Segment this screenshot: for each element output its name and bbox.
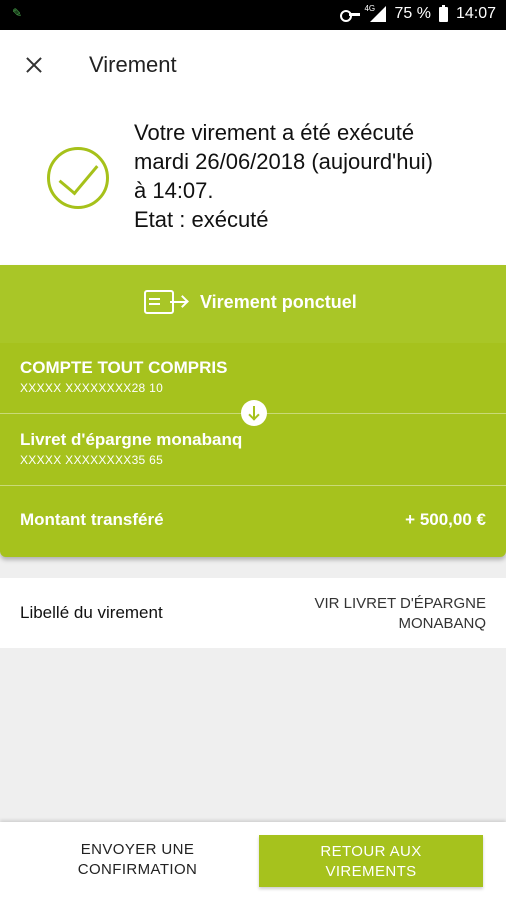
destination-account-number: XXXXX XXXXXXXX35 65 [20,453,164,467]
clock: 14:07 [455,5,496,22]
transfer-label-row: Libellé du virement VIR LIVRET D'ÉPARGNE… [0,578,506,648]
amount-label: Montant transféré [20,510,164,529]
back-to-transfers-button[interactable]: RETOUR AUX VIREMENTS [259,835,483,887]
page-title: Virement [89,52,177,77]
app-bar: Virement [0,30,506,100]
confirmation-card: Votre virement a été exécuté mardi 26/06… [0,100,506,265]
button-label-line: CONFIRMATION [77,861,198,878]
check-circle-icon [47,147,109,209]
transfer-label-value-line: VIR LIVRET D'ÉPARGNE [314,595,486,612]
close-icon[interactable] [20,52,48,80]
status-bar: ✎ 4G 75 % 14:07 [0,0,506,30]
status-line: Etat : exécuté [134,207,269,232]
network-type: 4G [364,4,376,13]
divider [0,485,506,486]
source-account: COMPTE TOUT COMPRIS XXXXX XXXXXXXX28 10 [20,358,227,395]
confirmation-line: Votre virement a été exécuté [134,120,415,145]
button-label-line: RETOUR AUX [320,843,422,860]
transfer-summary-panel: Virement ponctuel COMPTE TOUT COMPRIS XX… [0,265,506,557]
confirmation-line: à 14:07. [134,178,214,203]
transfer-type-row: Virement ponctuel [0,265,506,343]
amount-value: + 500,00 € [405,510,486,529]
button-label-line: VIREMENTS [325,863,417,880]
confirmation-line: mardi 26/06/2018 (aujourd'hui) [134,149,433,174]
footer-actions: ENVOYER UNE CONFIRMATION RETOUR AUX VIRE… [0,822,506,900]
send-confirmation-button[interactable]: ENVOYER UNE CONFIRMATION [40,840,235,880]
transfer-label-value-line: MONABANQ [398,615,486,632]
signal-icon: 4G [364,4,387,22]
notification-icon: ✎ [12,6,23,20]
status-icons: 4G 75 % 14:07 [340,4,496,23]
source-account-name: COMPTE TOUT COMPRIS [20,358,228,377]
arrow-down-icon [241,400,267,426]
vpn-key-icon [340,8,361,22]
card-transfer-icon [144,290,186,318]
transfer-label-title: Libellé du virement [20,603,163,622]
destination-account-name: Livret d'épargne monabanq [20,430,243,449]
battery-percent: 75 % [394,5,431,22]
confirmation-message: Votre virement a été exécuté mardi 26/06… [134,118,499,234]
destination-account: Livret d'épargne monabanq XXXXX XXXXXXXX… [20,430,242,467]
transfer-label-value: VIR LIVRET D'ÉPARGNE MONABANQ [256,594,486,634]
battery-icon [438,4,448,22]
button-label-line: ENVOYER UNE [80,841,195,858]
source-account-number: XXXXX XXXXXXXX28 10 [20,381,164,395]
transfer-type-label: Virement ponctuel [200,292,357,312]
